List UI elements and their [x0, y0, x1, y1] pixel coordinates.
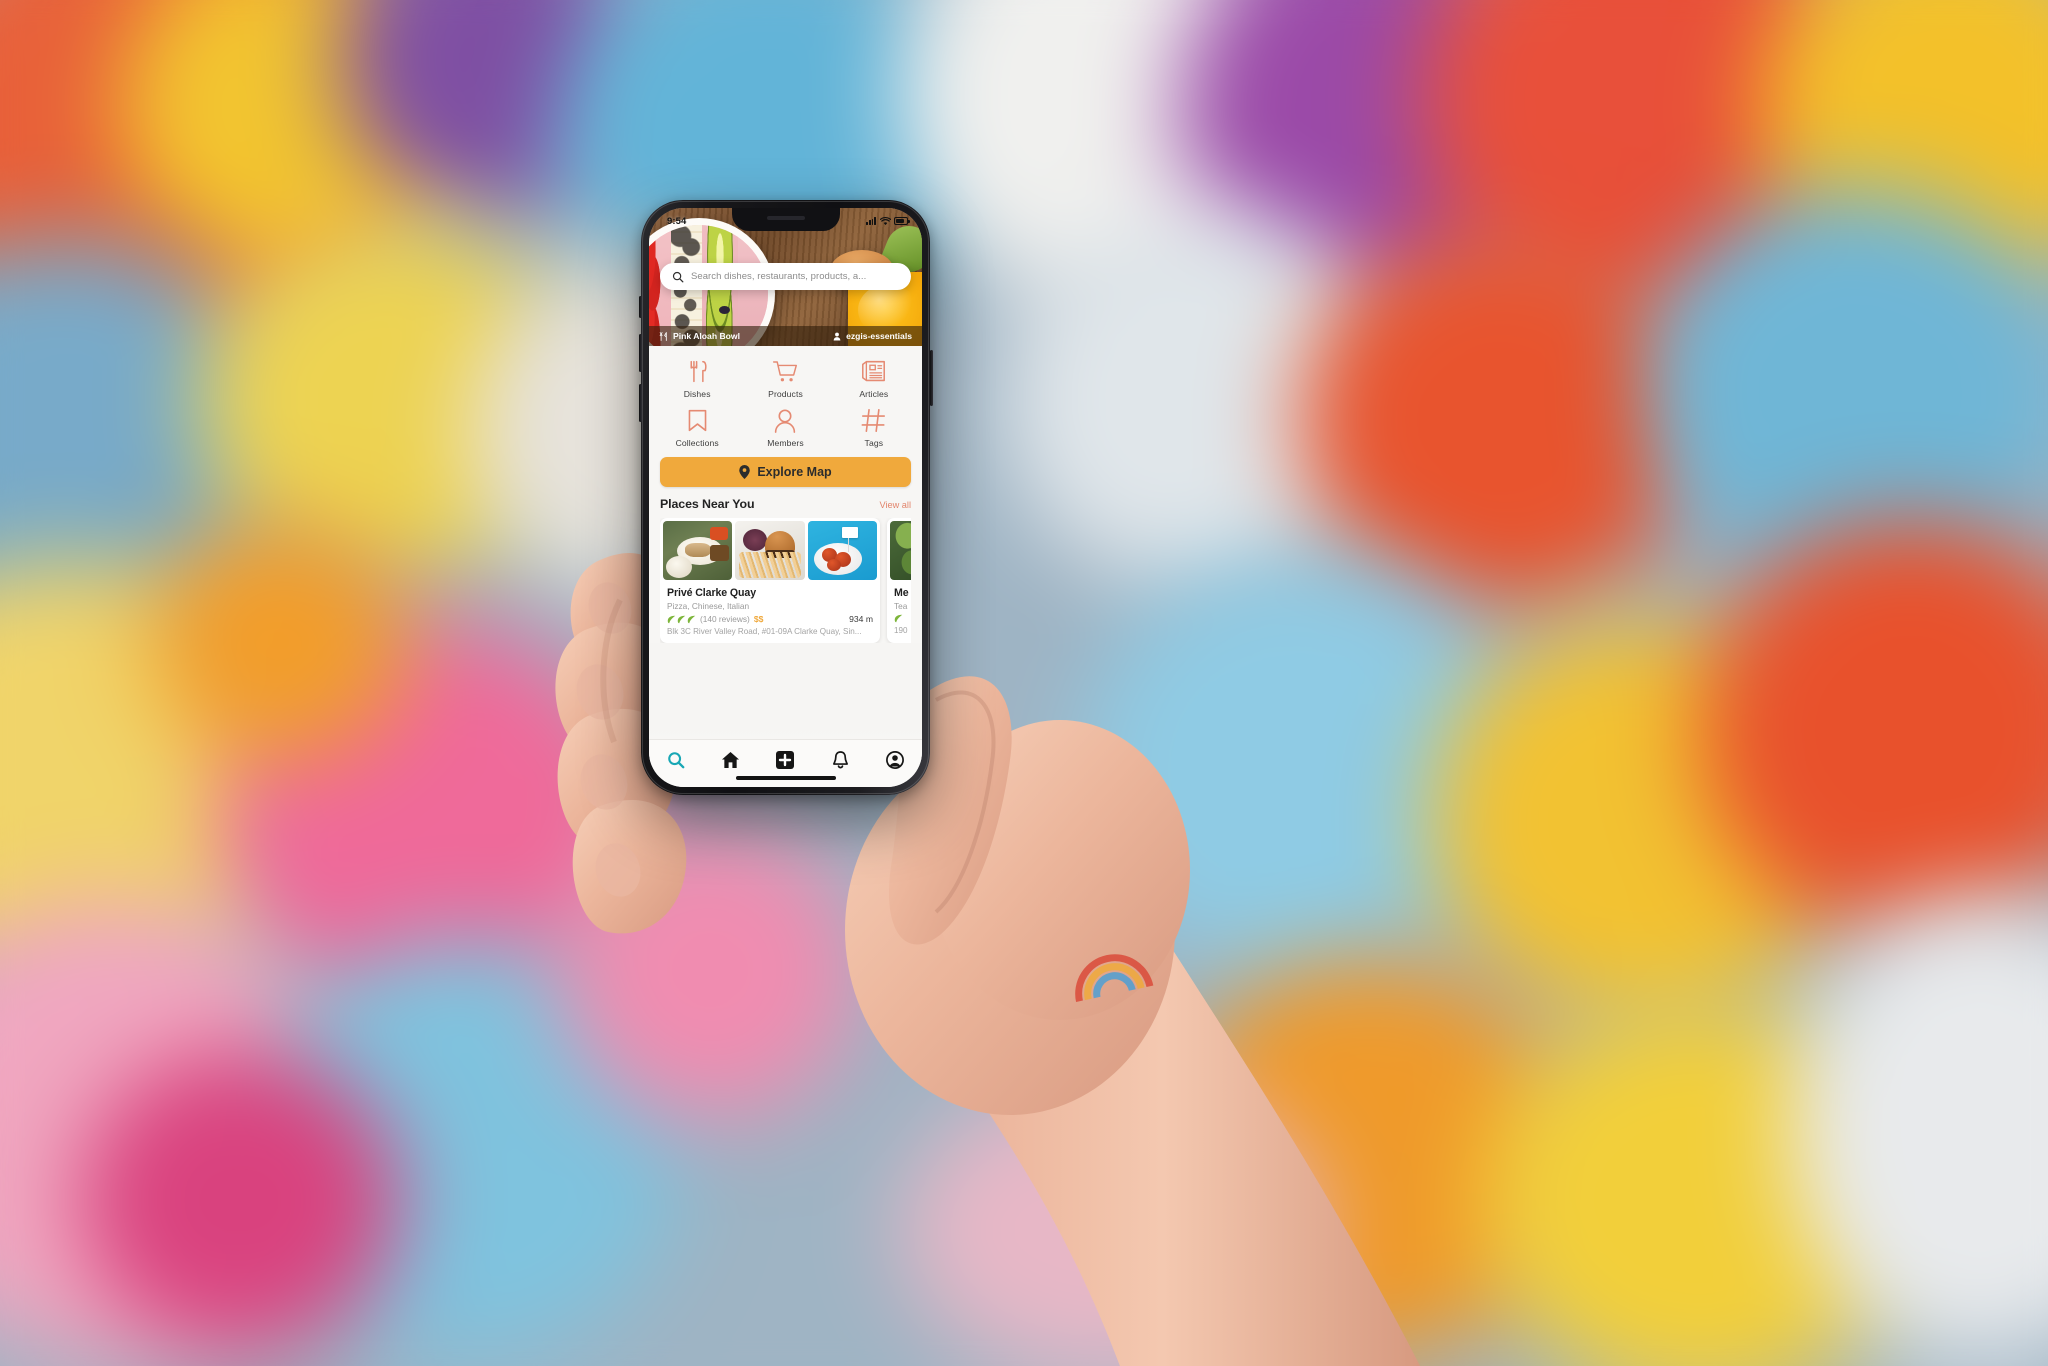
places-header: Places Near You View all	[660, 497, 911, 518]
place-thumbnails	[887, 518, 911, 583]
bell-icon	[832, 751, 848, 769]
tab-home[interactable]	[712, 749, 750, 771]
place-card-body: Privé Clarke Quay Pizza, Chinese, Italia…	[660, 583, 880, 643]
search-placeholder: Search dishes, restaurants, products, a.…	[691, 271, 867, 282]
place-card[interactable]: Me Tea 190	[887, 518, 911, 643]
place-cuisines: Pizza, Chinese, Italian	[667, 601, 750, 611]
place-photo-chicken-rice	[663, 521, 733, 580]
cutlery-icon	[690, 360, 707, 383]
category-tags[interactable]: Tags	[830, 408, 918, 448]
category-grid: Dishes Products Articles Collections Mem…	[649, 346, 922, 457]
category-label: Members	[767, 438, 804, 448]
place-photo-meatballs	[807, 521, 877, 580]
mute-switch[interactable]	[638, 296, 642, 318]
newspaper-icon	[862, 360, 886, 382]
category-label: Dishes	[683, 389, 711, 399]
home-indicator[interactable]	[735, 776, 836, 780]
category-collections[interactable]: Collections	[653, 408, 741, 448]
search-input[interactable]: Search dishes, restaurants, products, a.…	[660, 263, 911, 290]
place-price-level: $$	[753, 614, 764, 624]
scroll-fade	[649, 729, 922, 739]
leaf-rating	[894, 614, 903, 623]
category-label: Articles	[859, 389, 889, 399]
place-address: Blk 3C River Valley Road, #01-09A Clarke…	[667, 627, 862, 636]
status-time: 9:54	[667, 215, 687, 227]
battery-icon	[894, 217, 910, 225]
phone-screen: 9:54 Search dishes, restaurants, product…	[649, 208, 922, 787]
leaf-icon	[894, 614, 903, 623]
power-button[interactable]	[929, 350, 933, 406]
person-icon	[775, 409, 796, 433]
explore-map-section: Explore Map	[649, 457, 922, 497]
place-cuisines: Tea	[894, 601, 908, 611]
category-articles[interactable]: Articles	[830, 359, 918, 399]
leaf-icon	[677, 615, 686, 623]
earpiece-speaker	[766, 216, 805, 220]
place-photo-burger-fries	[735, 521, 805, 580]
leaf-rating	[667, 615, 696, 624]
hero-username: ezgis-essentials	[846, 331, 912, 341]
tab-notifications[interactable]	[821, 749, 859, 771]
smartphone-device: 9:54 Search dishes, restaurants, product…	[638, 200, 933, 795]
cellular-signal-icon	[866, 217, 876, 225]
place-card[interactable]: Privé Clarke Quay Pizza, Chinese, Italia…	[660, 518, 880, 643]
place-thumbnails	[660, 518, 880, 583]
plus-square-icon	[776, 751, 795, 769]
volume-up-button[interactable]	[638, 334, 642, 372]
hero-caption-bar: Pink Aloah Bowl ezgis-essentials	[649, 326, 922, 346]
hand-holding-phone	[555, 552, 1420, 1366]
wifi-icon	[879, 216, 891, 225]
leaf-icon	[667, 615, 676, 623]
notch	[731, 208, 840, 231]
tab-add[interactable]	[766, 749, 804, 771]
leaf-icon	[687, 615, 696, 623]
bookmark-icon	[688, 409, 706, 432]
tab-search[interactable]	[657, 749, 695, 771]
hero-dish-name: Pink Aloah Bowl	[673, 331, 741, 341]
place-card-body: Me Tea 190	[887, 583, 911, 642]
category-dishes[interactable]: Dishes	[653, 359, 741, 399]
place-name: Privé Clarke Quay	[667, 587, 756, 599]
search-icon	[672, 271, 684, 282]
category-label: Tags	[864, 438, 884, 448]
place-address: 190	[894, 626, 908, 635]
places-near-you-section: Places Near You View all Privé Clarke Qu…	[649, 497, 922, 643]
shopping-cart-icon	[773, 361, 798, 382]
category-members[interactable]: Members	[741, 408, 829, 448]
category-products[interactable]: Products	[741, 359, 829, 399]
view-all-link[interactable]: View all	[880, 500, 912, 510]
hash-icon	[861, 408, 886, 433]
person-icon	[833, 332, 841, 340]
explore-map-label: Explore Map	[757, 465, 832, 479]
category-label: Collections	[675, 438, 719, 448]
place-name: Me	[894, 587, 909, 599]
cutlery-icon	[659, 331, 667, 341]
places-card-carousel[interactable]: Privé Clarke Quay Pizza, Chinese, Italia…	[660, 518, 911, 643]
volume-down-button[interactable]	[638, 384, 642, 422]
explore-map-button[interactable]: Explore Map	[660, 457, 911, 487]
home-icon	[722, 751, 740, 769]
search-icon	[668, 752, 685, 769]
place-photo-greens	[890, 521, 911, 580]
category-label: Products	[768, 389, 803, 399]
tab-profile[interactable]	[876, 749, 914, 771]
places-title: Places Near You	[660, 497, 755, 511]
place-distance: 934 m	[849, 614, 873, 624]
map-pin-icon	[739, 465, 751, 479]
account-circle-icon	[885, 751, 904, 769]
place-reviews: (140 reviews)	[700, 614, 750, 624]
